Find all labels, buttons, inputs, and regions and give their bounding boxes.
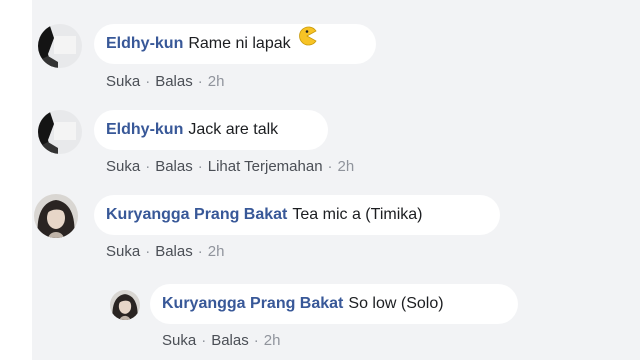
comment-author[interactable]: Kuryangga Prang Bakat	[162, 295, 343, 312]
translate-link[interactable]: Lihat Terjemahan	[208, 158, 323, 175]
separator: ·	[197, 73, 203, 90]
avatar[interactable]	[38, 24, 82, 68]
pacman-icon	[297, 22, 317, 62]
avatar[interactable]	[38, 110, 82, 154]
comment-text: Jack are talk	[188, 121, 279, 138]
like-link[interactable]: Suka	[162, 332, 196, 349]
timestamp[interactable]: 2h	[264, 332, 281, 349]
reply-link[interactable]: Balas	[155, 243, 193, 260]
separator: ·	[145, 158, 151, 175]
timestamp[interactable]: 2h	[208, 243, 225, 260]
comment-author[interactable]: Eldhy-kun	[106, 35, 183, 52]
comment-bubble: Eldhy-kun Rame ni lapak	[94, 24, 376, 64]
separator: ·	[197, 158, 203, 175]
comment-bubble: Kuryangga Prang Bakat So low (Solo)	[150, 284, 518, 324]
comment-bubble: Kuryangga Prang Bakat Tea mic a (Timika)	[94, 195, 500, 235]
comment-author[interactable]: Kuryangga Prang Bakat	[106, 206, 287, 223]
reply-link[interactable]: Balas	[211, 332, 249, 349]
separator: ·	[145, 243, 151, 260]
reply-link[interactable]: Balas	[155, 73, 193, 90]
avatar[interactable]	[110, 290, 140, 320]
comment-actions: Suka · Balas · Lihat Terjemahan · 2h	[106, 158, 354, 176]
comment-actions: Suka · Balas · 2h	[106, 73, 224, 91]
separator: ·	[197, 243, 203, 260]
like-link[interactable]: Suka	[106, 158, 140, 175]
separator: ·	[253, 332, 259, 349]
reply-link[interactable]: Balas	[155, 158, 193, 175]
avatar[interactable]	[34, 194, 78, 238]
separator: ·	[145, 73, 151, 90]
timestamp[interactable]: 2h	[338, 158, 355, 175]
comment-actions: Suka · Balas · 2h	[106, 243, 224, 261]
comment-bubble: Eldhy-kun Jack are talk	[94, 110, 328, 150]
like-link[interactable]: Suka	[106, 243, 140, 260]
comment-text: So low (Solo)	[348, 295, 444, 312]
comment-author[interactable]: Eldhy-kun	[106, 121, 183, 138]
like-link[interactable]: Suka	[106, 73, 140, 90]
comment-text: Rame ni lapak	[188, 35, 291, 52]
timestamp[interactable]: 2h	[208, 73, 225, 90]
separator: ·	[327, 158, 333, 175]
comment-actions: Suka · Balas · 2h	[162, 332, 280, 350]
comment-text: Tea mic a (Timika)	[292, 206, 423, 223]
separator: ·	[201, 332, 207, 349]
